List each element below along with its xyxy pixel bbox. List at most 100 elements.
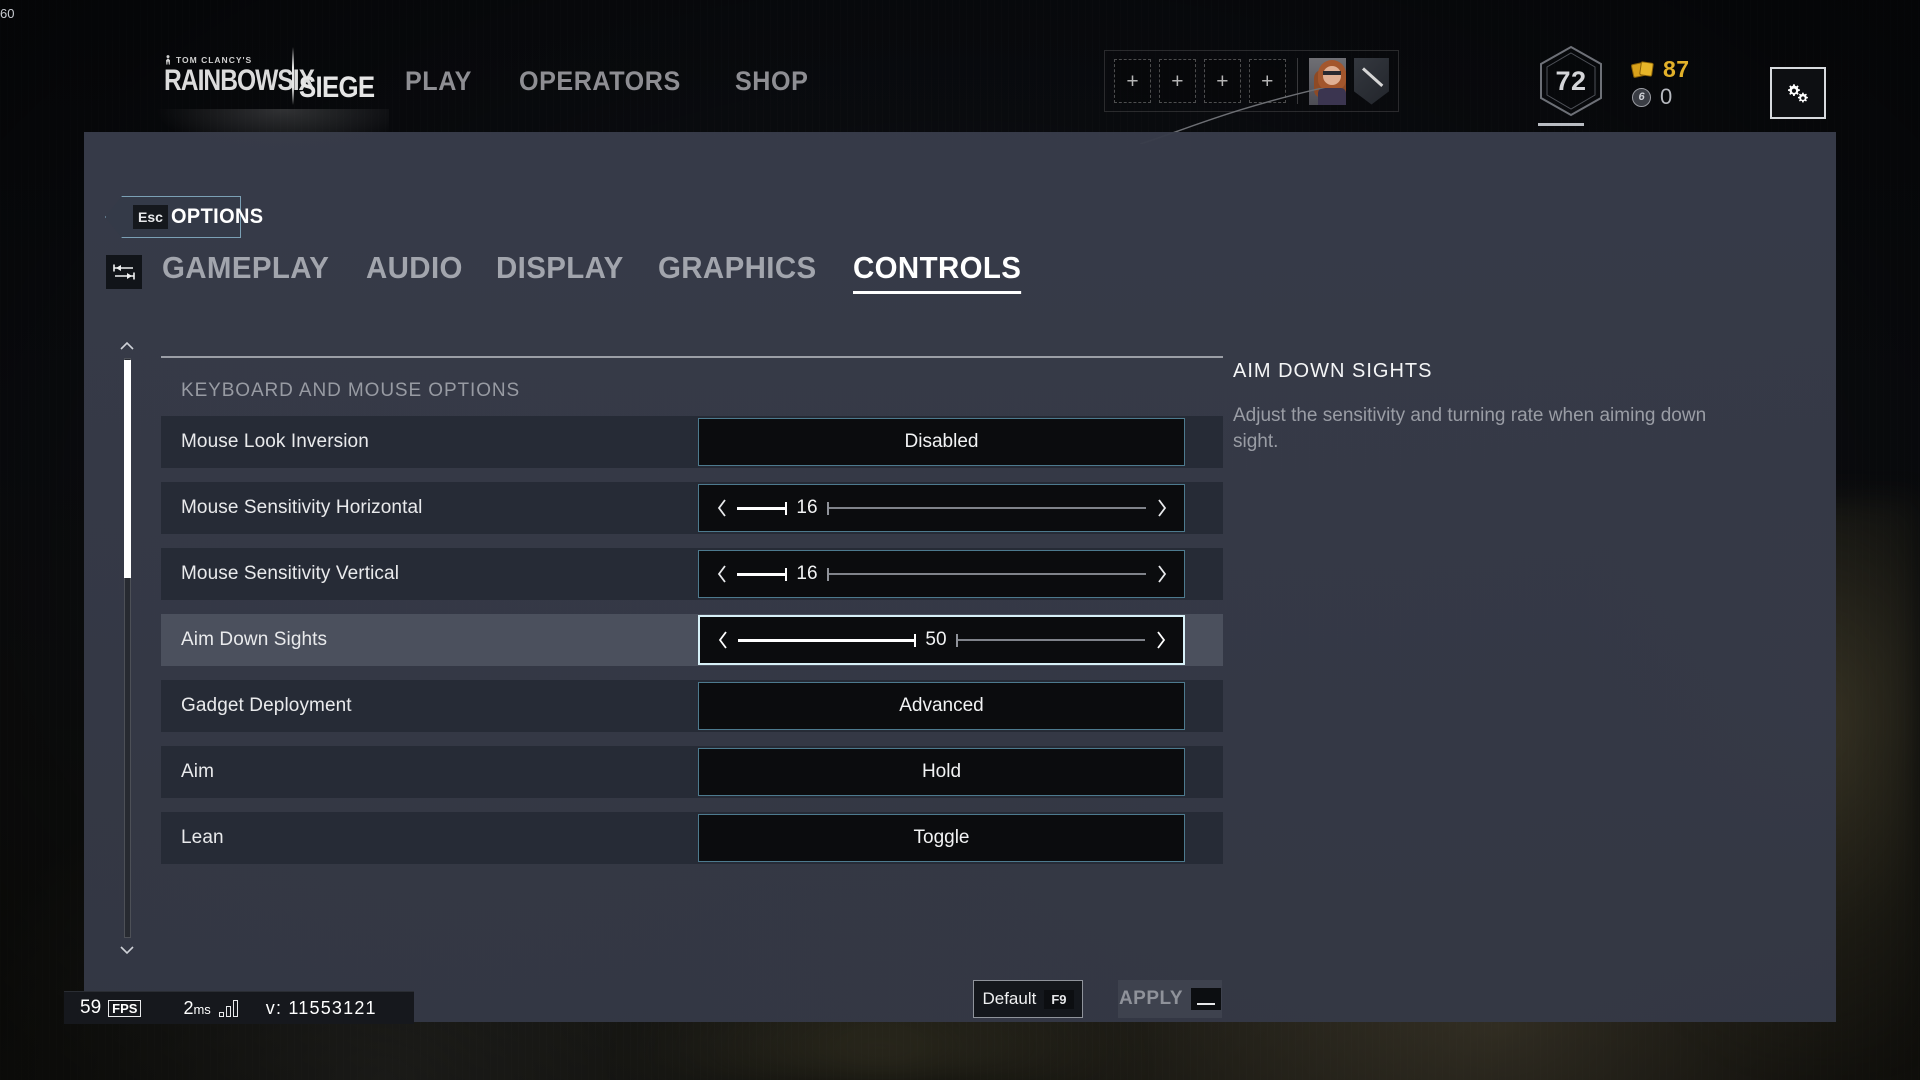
default-button-label: Default xyxy=(982,989,1037,1008)
setting-label: Gadget Deployment xyxy=(181,695,352,716)
slider-value: 16 xyxy=(796,497,818,518)
chevron-right-icon xyxy=(1156,631,1165,649)
setting-value: Hold xyxy=(921,761,962,782)
settings-button[interactable] xyxy=(1770,67,1826,119)
slider-value: 16 xyxy=(796,563,818,584)
back-button-label: OPTIONS xyxy=(171,205,264,228)
slider-remaining-track[interactable] xyxy=(829,573,1146,575)
weapon-slash-icon xyxy=(1362,66,1384,87)
slider-control[interactable]: 50 xyxy=(700,617,1183,663)
siege-text: SIEGE xyxy=(299,71,375,104)
loadout-slot-1[interactable]: + xyxy=(1114,59,1151,103)
setting-row-mouse-sensitivity-horizontal[interactable]: Mouse Sensitivity Horizontal 16 xyxy=(161,482,1223,534)
slider-filled-part xyxy=(737,497,787,519)
scroll-down-button[interactable] xyxy=(118,942,136,958)
renown-row: 87 xyxy=(1630,55,1690,82)
setting-row-aim-down-sights[interactable]: Aim Down Sights 50 xyxy=(161,614,1223,666)
slider-decrease-button[interactable] xyxy=(714,631,732,649)
setting-value-box[interactable]: Toggle xyxy=(698,814,1185,862)
setting-label: Aim xyxy=(181,761,215,782)
slider-track-area[interactable]: 50 xyxy=(738,629,1145,651)
setting-value-box[interactable]: 16 xyxy=(698,550,1185,598)
plus-icon: + xyxy=(1261,69,1274,93)
nav-item-shop[interactable]: SHOP xyxy=(735,66,808,97)
fps-label-badge: FPS xyxy=(108,999,144,1019)
arrows-lr-icon xyxy=(113,264,135,280)
scroll-up-button[interactable] xyxy=(118,338,136,354)
renown-amount: 87 xyxy=(1663,55,1690,82)
nav-item-operators[interactable]: OPERATORS xyxy=(519,66,681,97)
loadout-slot-2[interactable]: + xyxy=(1158,59,1196,103)
info-title: AIM DOWN SIGHTS xyxy=(1233,360,1433,382)
slider-increase-button[interactable] xyxy=(1151,631,1169,649)
frametime-unit: ms xyxy=(193,1001,211,1017)
slider-fill xyxy=(737,572,785,576)
settings-scrollbar[interactable] xyxy=(118,338,136,958)
setting-label: Mouse Sensitivity Horizontal xyxy=(181,497,423,518)
setting-label: Aim Down Sights xyxy=(181,629,328,650)
nav-item-play[interactable]: PLAY xyxy=(405,66,472,97)
setting-value-box[interactable]: 16 xyxy=(698,484,1185,532)
setting-value-box[interactable]: Hold xyxy=(698,748,1185,796)
slider-handle[interactable] xyxy=(914,633,916,647)
slider-decrease-button[interactable] xyxy=(713,499,731,517)
player-level-number: 72 xyxy=(1555,65,1587,96)
slider-handle[interactable] xyxy=(785,567,787,581)
slider-remaining-track[interactable] xyxy=(958,639,1145,641)
scrollbar-thumb[interactable] xyxy=(124,360,131,578)
setting-row-lean[interactable]: Lean Toggle xyxy=(161,812,1223,864)
tab-graphics[interactable]: GRAPHICS xyxy=(658,250,816,294)
setting-row-gadget-deployment[interactable]: Gadget Deployment Advanced xyxy=(161,680,1223,732)
frametime-number: 2 xyxy=(183,997,194,1018)
setting-row-mouse-look-inversion[interactable]: Mouse Look Inversion Disabled xyxy=(161,416,1223,468)
setting-value-box[interactable]: Disabled xyxy=(698,418,1185,466)
slider-track-area[interactable]: 16 xyxy=(737,497,1146,519)
avatar-face xyxy=(1322,65,1341,85)
tab-gameplay[interactable]: GAMEPLAY xyxy=(162,250,329,294)
operator-avatar[interactable] xyxy=(1308,57,1347,105)
tab-audio[interactable]: AUDIO xyxy=(366,250,463,294)
slider-filled-part xyxy=(738,629,916,651)
slider-increase-button[interactable] xyxy=(1152,565,1170,583)
settings-tabs: GAMEPLAY AUDIO DISPLAY GRAPHICS CONTROLS xyxy=(162,250,1030,294)
setting-value: Advanced xyxy=(899,695,984,716)
slider-decrease-button[interactable] xyxy=(713,565,731,583)
chevron-right-icon xyxy=(1157,499,1166,517)
back-to-options-button[interactable]: Esc OPTIONS xyxy=(105,196,263,238)
spacebar-key-badge xyxy=(1191,988,1222,1010)
slider-fill xyxy=(737,506,785,510)
default-button[interactable]: Default F9 xyxy=(973,980,1083,1018)
plus-icon: + xyxy=(1216,69,1229,93)
main-nav: PLAY OPERATORS SHOP xyxy=(405,66,814,97)
setting-value-box[interactable]: Advanced xyxy=(698,682,1185,730)
gear-icon xyxy=(1788,84,1808,103)
slider-track-area[interactable]: 16 xyxy=(737,563,1146,585)
slider-control[interactable]: 16 xyxy=(699,551,1184,597)
game-logo: TOM CLANCY'S RAINBOWSIX SIEGE xyxy=(154,47,389,153)
tab-display[interactable]: DISPLAY xyxy=(496,250,624,294)
slider-handle[interactable] xyxy=(785,501,787,515)
level-underline xyxy=(1538,123,1584,126)
setting-info-panel: AIM DOWN SIGHTS Adjust the sensitivity a… xyxy=(1233,360,1793,455)
game-screen: 60 TOM CLANCY'S RAINBOWSIX SIEGE PLAY OP… xyxy=(0,0,1920,1080)
loadout-slot-4[interactable]: + xyxy=(1248,59,1286,103)
frametime-value: 2ms xyxy=(183,998,210,1019)
setting-row-mouse-sensitivity-vertical[interactable]: Mouse Sensitivity Vertical 16 xyxy=(161,548,1223,600)
section-title: KEYBOARD AND MOUSE OPTIONS xyxy=(181,380,521,401)
esc-key-badge: Esc xyxy=(133,205,168,229)
settings-list: KEYBOARD AND MOUSE OPTIONS Mouse Look In… xyxy=(161,356,1223,864)
avatar-body xyxy=(1317,87,1346,105)
credits-amount: 0 xyxy=(1660,84,1673,109)
slider-increase-button[interactable] xyxy=(1152,499,1170,517)
slider-filled-part xyxy=(737,563,787,585)
chevron-left-icon xyxy=(718,631,727,649)
slider-control[interactable]: 16 xyxy=(699,485,1184,531)
slider-remaining-track[interactable] xyxy=(829,507,1146,509)
apply-button[interactable]: APPLY xyxy=(1118,980,1222,1018)
setting-label: Mouse Look Inversion xyxy=(181,431,369,452)
weapon-skin-tile[interactable] xyxy=(1354,57,1389,105)
setting-row-aim[interactable]: Aim Hold xyxy=(161,746,1223,798)
loadout-slot-3[interactable]: + xyxy=(1203,59,1241,103)
setting-value-box[interactable]: 50 xyxy=(698,615,1185,665)
tab-controls[interactable]: CONTROLS xyxy=(853,250,1022,294)
